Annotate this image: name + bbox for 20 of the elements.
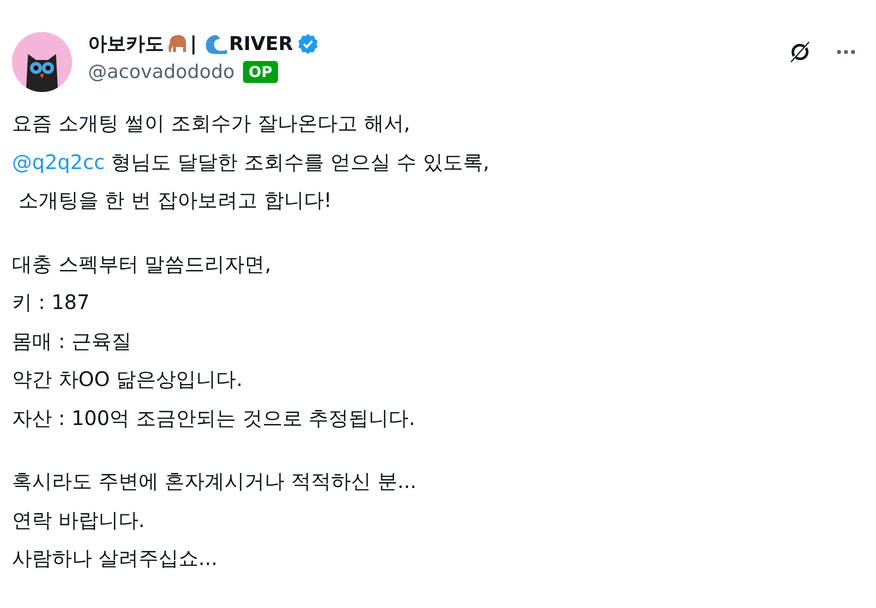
grok-icon[interactable] — [788, 40, 812, 64]
avatar-icon — [12, 32, 72, 92]
post-text: 소개팅을 한 번 잡아보려고 합니다! — [17, 187, 333, 214]
post-text: 사람하나 살려주십쇼... — [12, 545, 218, 572]
post-text: 연락 바랍니다. — [12, 506, 146, 534]
user-handle[interactable]: @acovadododo — [88, 60, 235, 84]
post-text: 혹시라도 주변에 혼자계시거나 적적하신 분... — [12, 468, 418, 495]
mammoth-icon — [166, 34, 188, 54]
post-text: 약간 차OO 닮은상입니다. — [12, 366, 244, 393]
post-text: 대충 스펙부터 말씀드리자면, — [12, 250, 272, 278]
post-text: 요즘 소개팅 썰이 조회수가 잘나온다고 해서, — [12, 110, 412, 137]
post-text: 몸매 : 근육질 — [12, 328, 132, 354]
more-icon[interactable] — [836, 49, 856, 55]
post-text: 형님도 달달한 조회수를 얻으실 수 있도록, — [110, 150, 490, 174]
user-name-suffix[interactable]: RIVER — [228, 32, 293, 56]
post-text: 키 : 187 — [12, 289, 91, 316]
separator-text[interactable]: | — [190, 32, 197, 56]
post-text: 자산 : 100억 조금안되는 것으로 추정됩니다. — [12, 404, 416, 432]
user-name[interactable]: 아보카도 — [88, 32, 164, 56]
op-badge: OP — [242, 61, 278, 83]
